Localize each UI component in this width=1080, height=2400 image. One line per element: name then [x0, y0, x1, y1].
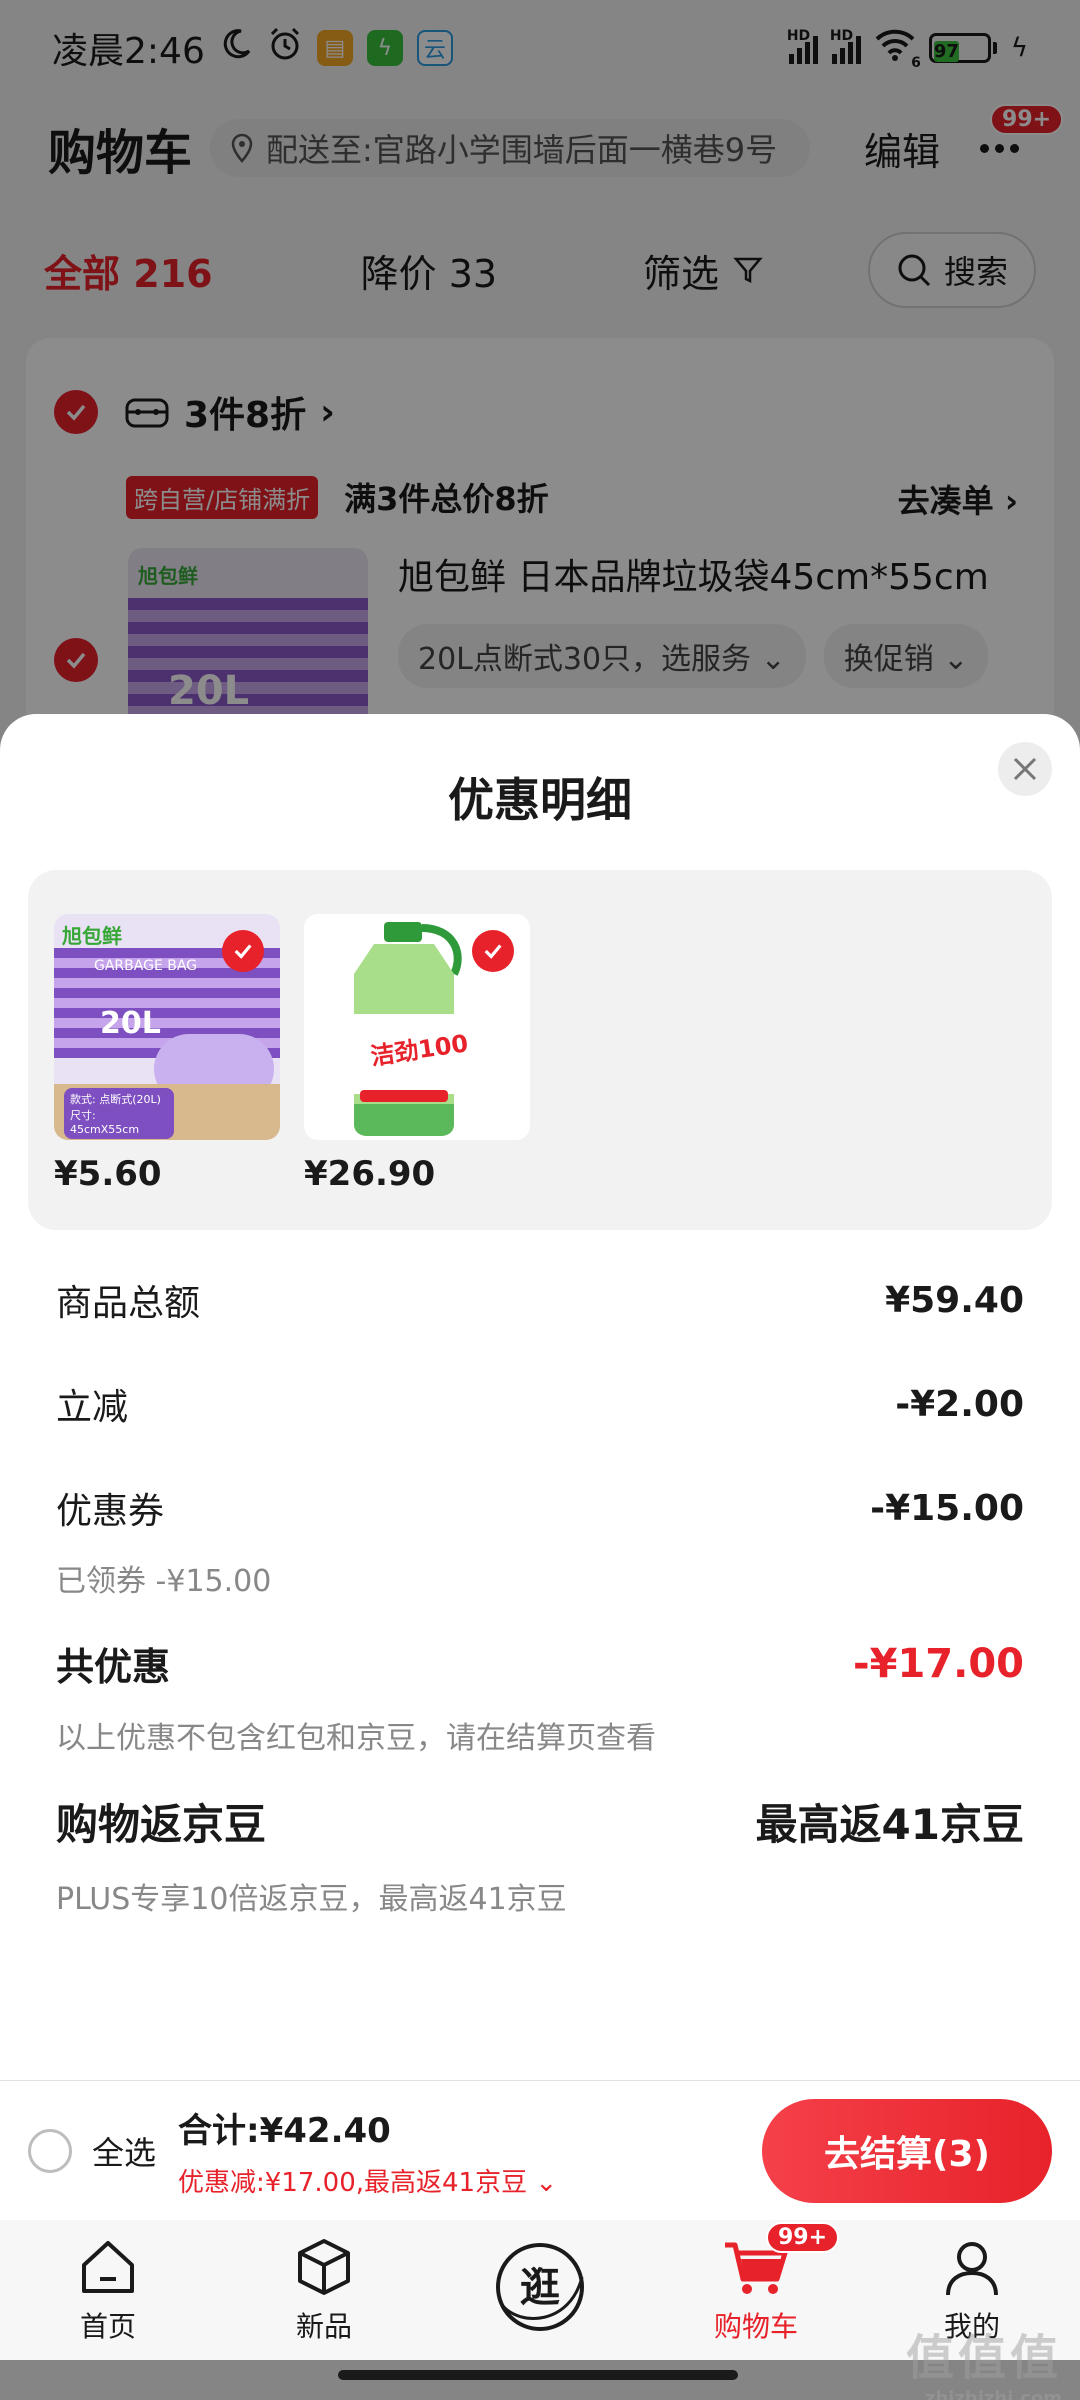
browse-icon: 逛 — [496, 2243, 584, 2331]
total-discount-row: 共优惠 -¥17.00 — [56, 1636, 1024, 1691]
subtotal-row: 商品总额 ¥59.40 — [56, 1274, 1024, 1326]
discount-rows: 商品总额 ¥59.40 立减 -¥2.00 优惠券 -¥15.00 已领券 -¥… — [56, 1274, 1024, 1918]
goods-item[interactable]: 旭包鲜 GARBAGE BAG 20L 款式: 点断式(20L) 尺寸: 45c… — [54, 914, 280, 1194]
instant-label: 立减 — [56, 1387, 129, 1428]
coupon-label: 优惠券 — [56, 1491, 165, 1532]
bean-row: 购物返京豆 最高返41京豆 — [56, 1791, 1024, 1852]
check-icon — [234, 944, 252, 959]
goods-check-badge — [222, 930, 264, 972]
nav-home[interactable]: 首页 — [0, 2220, 216, 2360]
browse-label: 逛 — [520, 2265, 560, 2311]
coupon-sub: 已领券 -¥15.00 — [56, 1564, 272, 1599]
coupon-row: 优惠券 -¥15.00 — [56, 1482, 1024, 1534]
bean-value: 最高返41京豆 — [755, 1800, 1024, 1849]
user-icon — [946, 2242, 998, 2296]
discount-summary: 优惠减:¥17.00,最高返41京豆 ⌄ — [178, 2167, 558, 2198]
thumb-caption: 款式: 点断式(20L) 尺寸: 45cmX55cm — [64, 1088, 174, 1139]
goods-thumbnail: 洁劲100 — [304, 914, 530, 1140]
selected-goods: 旭包鲜 GARBAGE BAG 20L 款式: 点断式(20L) 尺寸: 45c… — [28, 870, 1052, 1230]
subtotal-value: ¥59.40 — [885, 1279, 1024, 1321]
nav-cart[interactable]: 购物车 99+ — [648, 2220, 864, 2360]
home-icon — [82, 2241, 134, 2293]
watermark: 值值值 zhizhizhi.com — [905, 2330, 1062, 2400]
nav-browse[interactable]: 逛 — [432, 2220, 648, 2360]
cart-badge: 99+ — [766, 2222, 840, 2253]
checkout-button[interactable]: 去结算(3) — [762, 2098, 1052, 2203]
nav-new[interactable]: 新品 — [216, 2220, 432, 2360]
close-button[interactable] — [998, 742, 1052, 796]
instant-value: -¥2.00 — [895, 1383, 1024, 1425]
goods-check-badge — [472, 930, 514, 972]
goods-price: ¥26.90 — [304, 1154, 436, 1194]
thumb-size: 20L — [100, 1006, 161, 1041]
instant-discount-row: 立减 -¥2.00 — [56, 1378, 1024, 1430]
goods-item[interactable]: 洁劲100 ¥26.90 — [304, 914, 530, 1194]
total-value: -¥17.00 — [853, 1640, 1024, 1687]
select-all-radio[interactable] — [28, 2128, 72, 2173]
subtotal-label: 商品总额 — [56, 1283, 201, 1324]
chevron-down-icon: ⌄ — [535, 2167, 558, 2198]
total-label: 共优惠 — [56, 1645, 171, 1689]
thumb-text: GARBAGE BAG — [94, 958, 198, 974]
total-amount: 合计:¥42.40 — [178, 2110, 391, 2151]
home-indicator[interactable] — [338, 2370, 738, 2380]
goods-price: ¥5.60 — [54, 1154, 162, 1194]
bean-note: PLUS专享10倍返京豆，最高返41京豆 — [56, 1882, 567, 1917]
close-icon — [1013, 757, 1037, 781]
total-note: 以上优惠不包含红包和京豆，请在结算页查看 — [56, 1721, 656, 1756]
box-icon — [298, 2239, 350, 2295]
coupon-value: -¥15.00 — [870, 1487, 1024, 1529]
bean-label: 购物返京豆 — [56, 1800, 267, 1849]
checkout-bar: 全选 合计:¥42.40 优惠减:¥17.00,最高返41京豆 ⌄ 去结算(3) — [0, 2080, 1080, 2220]
select-all-label[interactable]: 全选 — [92, 2128, 156, 2174]
app-root: 凌晨2:46 ▤ ϟ 云 HD HD 6 97 ϟ 购物车 配送至:官路小学围墙… — [0, 0, 1080, 2400]
check-icon — [484, 944, 502, 959]
goods-thumbnail: 旭包鲜 GARBAGE BAG 20L 款式: 点断式(20L) 尺寸: 45c… — [54, 914, 280, 1140]
thumb-brand: 旭包鲜 — [62, 924, 122, 948]
checkout-summary[interactable]: 合计:¥42.40 优惠减:¥17.00,最高返41京豆 ⌄ — [178, 2103, 557, 2199]
discount-detail-sheet: 优惠明细 旭包鲜 GARBAGE BAG 20L 款式: 点断式(20L) 尺寸… — [0, 714, 1080, 2080]
sheet-title: 优惠明细 — [448, 773, 632, 827]
